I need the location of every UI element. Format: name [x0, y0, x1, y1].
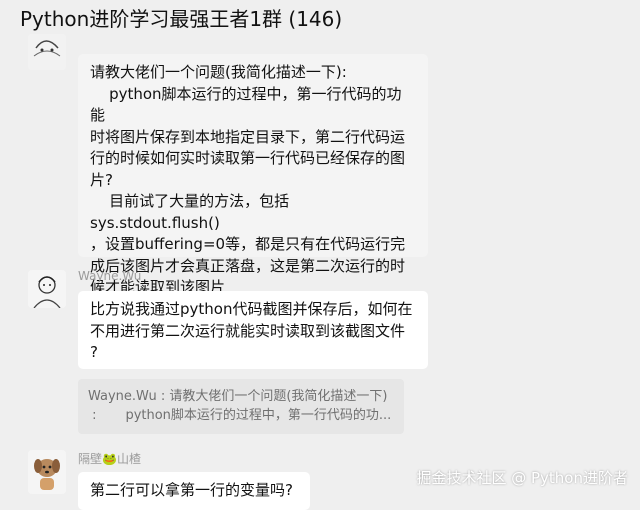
- message-line: ，设置buffering=0等，都是只有在代码运行完: [90, 235, 406, 253]
- message-bubble[interactable]: 请教大佬们一个问题(我简化描述一下): python脚本运行的过程中，第一行代码…: [78, 54, 428, 296]
- message-line: 行的时候如何实时读取第一行代码已经保存的图: [90, 149, 406, 167]
- message-line: 时将图片保存到本地指定目录下，第二行代码运: [90, 127, 406, 146]
- avatar[interactable]: [28, 450, 66, 494]
- message-line: python脚本运行的过程中，第一行代码的功能: [90, 84, 402, 125]
- message-line: 目前试了大量的方法，包括sys.stdout.flush(): [90, 192, 290, 232]
- avatar-sketch-icon: [28, 34, 66, 70]
- avatar-portrait-icon: [28, 270, 66, 308]
- quote-line: : python脚本运行的过程中，第一行代码的功...: [88, 408, 392, 423]
- watermark: 掘金技术社区 @ Python进阶者: [416, 469, 628, 487]
- avatar[interactable]: [28, 34, 66, 70]
- message-line: 片?: [90, 170, 113, 189]
- message-line: 比方说我通过python代码截图并保存后，如何在: [90, 300, 413, 318]
- message-line: 第二行可以拿第一行的变量吗?: [90, 481, 293, 499]
- message-line: 不用进行第二次运行就能实时读取到该截图文件: [90, 321, 406, 340]
- chat-title: Python进阶学习最强王者1群 (146): [20, 7, 343, 31]
- chat-title-bar: Python进阶学习最强王者1群 (146): [0, 0, 640, 34]
- message-line: 请教大佬们一个问题(我简化描述一下):: [90, 63, 347, 81]
- avatar-cartoon-dog-icon: [28, 450, 66, 494]
- quote-line: Wayne.Wu : 请教大佬们一个问题(我简化描述一下): [88, 389, 388, 404]
- message-bubble[interactable]: 比方说我通过python代码截图并保存后，如何在 不用进行第二次运行就能实时读取…: [78, 291, 428, 369]
- message-line: ?: [90, 343, 98, 361]
- avatar[interactable]: [28, 270, 66, 308]
- sender-name: Wayne.Wu: [78, 269, 142, 283]
- sender-name: 隔壁🐸山楂: [78, 452, 141, 466]
- message-bubble[interactable]: 第二行可以拿第一行的变量吗?: [78, 472, 310, 510]
- quoted-message[interactable]: Wayne.Wu : 请教大佬们一个问题(我简化描述一下) : python脚本…: [78, 379, 404, 434]
